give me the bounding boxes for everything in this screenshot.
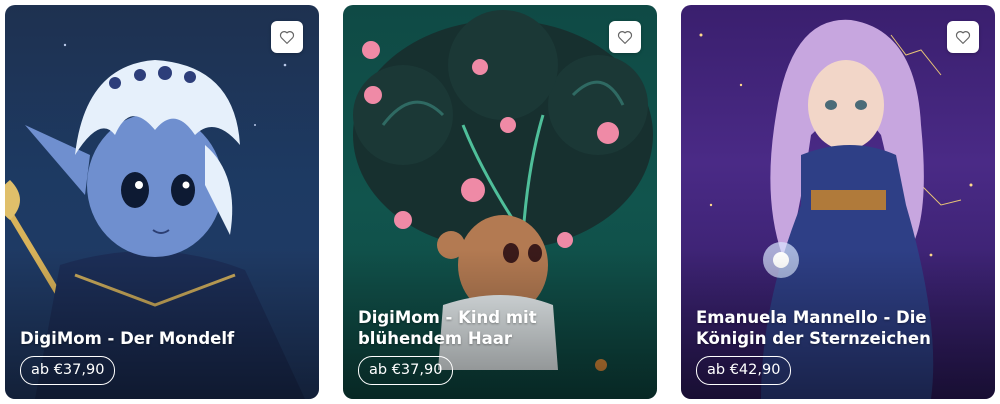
heart-outline-icon [955,31,971,44]
price-badge: ab €42,90 [696,356,792,385]
favorite-button[interactable] [271,21,303,53]
price-badge: ab €37,90 [358,356,454,385]
product-card[interactable]: Emanuela Mannello - Die Königin der Ster… [681,5,995,399]
product-grid: DigiMom - Der Mondelf ab €37,90 DigiMom … [0,0,1000,404]
price-badge: ab €37,90 [20,356,116,385]
product-title: DigiMom - Der Mondelf [20,329,235,348]
product-card[interactable]: DigiMom - Kind mit blühendem Haar ab €37… [343,5,657,399]
product-title: Emanuela Mannello - Die Königin der Ster… [696,308,931,348]
heart-outline-icon [617,31,633,44]
favorite-button[interactable] [947,21,979,53]
favorite-button[interactable] [609,21,641,53]
heart-outline-icon [279,31,295,44]
product-title: DigiMom - Kind mit blühendem Haar [358,308,537,348]
product-card[interactable]: DigiMom - Der Mondelf ab €37,90 [5,5,319,399]
